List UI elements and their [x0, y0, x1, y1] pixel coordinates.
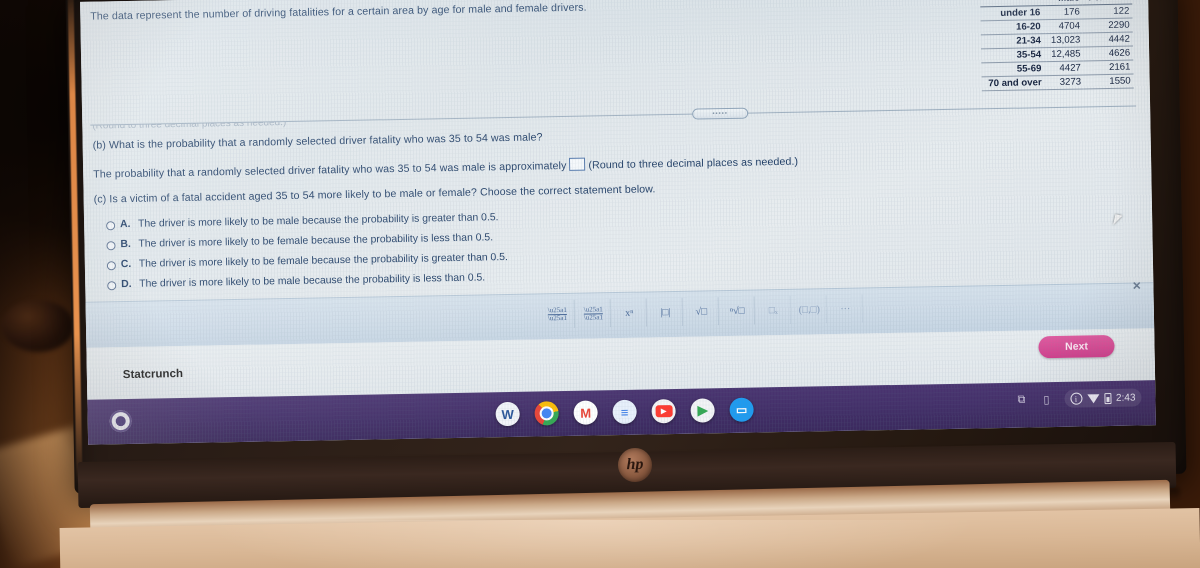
docs-app-icon[interactable]: ≡: [612, 399, 637, 425]
exponent-button[interactable]: xⁿ: [612, 298, 648, 328]
absolute-value-button[interactable]: |□|: [648, 297, 684, 327]
laptop-screen: The data represent the number of driving…: [80, 0, 1156, 445]
row-age-label: 21-34: [980, 33, 1047, 49]
horizontal-scroll-handle[interactable]: •••••: [692, 107, 749, 120]
choice-label: B.: [120, 238, 131, 251]
row-age-label: 35-54: [981, 47, 1047, 63]
clock-label: 2:43: [1115, 392, 1136, 404]
word-app-icon[interactable]: W: [495, 401, 520, 427]
interval-button[interactable]: (□,□): [792, 295, 828, 324]
system-tray: ⧉ ▯ i 2:43: [1014, 388, 1142, 408]
choice-text: The driver is more likely to be female b…: [138, 232, 494, 250]
messages-app-icon[interactable]: ▭: [729, 397, 754, 422]
choice-option-a[interactable]: A. The driver is more likely to be male …: [106, 212, 507, 230]
launcher-button[interactable]: [109, 409, 132, 433]
math-courseware-page: The data represent the number of driving…: [80, 0, 1156, 400]
row-female-value: 2290: [1082, 18, 1133, 33]
data-table: Male Female⧉ under 16 176 122: [980, 0, 1134, 91]
close-icon[interactable]: ✕: [1132, 279, 1141, 292]
choice-option-b[interactable]: B. The driver is more likely to be femal…: [106, 232, 507, 250]
part-c-question: (c) Is a victim of a fatal accident aged…: [93, 183, 656, 206]
radio-button-icon[interactable]: [106, 240, 116, 250]
wifi-icon: [1086, 393, 1100, 403]
table-row: 70 and over 3273 1550: [981, 74, 1134, 91]
subscript-button[interactable]: □ₓ: [756, 295, 792, 325]
row-female-value: 1550: [1083, 74, 1134, 89]
radio-button-icon[interactable]: [107, 280, 117, 290]
row-male-value: 12,485: [1046, 46, 1084, 62]
mixed-number-button[interactable]: \u25a1 \u25a1: [576, 299, 612, 328]
battery-icon: [1103, 392, 1112, 404]
row-male-value: 3273: [1046, 74, 1085, 90]
radio-button-icon[interactable]: [106, 220, 116, 230]
probability-input[interactable]: [569, 157, 586, 171]
part-b-question: (b) What is the probability that a rando…: [92, 131, 543, 152]
row-male-value: 176: [1045, 4, 1083, 20]
choice-label: A.: [120, 218, 131, 231]
clipped-text: (Round to three decimal places as needed…: [92, 120, 287, 132]
next-button[interactable]: Next: [1038, 334, 1115, 359]
choice-text: The driver is more likely to be male bec…: [139, 272, 486, 290]
row-female-value: 4626: [1083, 46, 1134, 61]
row-male-value: 4427: [1046, 60, 1084, 76]
more-symbols-button[interactable]: ···: [828, 294, 864, 324]
radio-button-icon[interactable]: [106, 260, 116, 270]
clipped-previous-line: (Round to three decimal places as needed…: [92, 120, 382, 132]
row-age-label: under 16: [980, 5, 1046, 21]
row-male-value: 4704: [1045, 18, 1084, 34]
row-female-value: 2161: [1083, 60, 1134, 75]
fraction-button[interactable]: \u25a1 \u25a1: [540, 299, 576, 329]
shelf-app-icons: W M ≡ ▶ ▭: [495, 397, 754, 427]
answer-choices: A. The driver is more likely to be male …: [106, 212, 508, 299]
row-age-label: 70 and over: [981, 75, 1047, 91]
choice-option-c[interactable]: C. The driver is more likely to be femal…: [106, 252, 508, 271]
gmail-app-icon[interactable]: M: [573, 400, 598, 425]
chrome-app-icon[interactable]: [534, 401, 559, 426]
nth-root-button[interactable]: ⁿ√□: [720, 296, 756, 326]
row-age-label: 16-20: [980, 19, 1046, 35]
part-b-answer-prefix: The probability that a randomly selected…: [93, 159, 567, 181]
choice-label: C.: [120, 258, 132, 271]
status-area-button[interactable]: i 2:43: [1063, 388, 1142, 408]
youtube-app-icon[interactable]: [651, 398, 676, 424]
part-b-hint: (Round to three decimal places as needed…: [588, 155, 799, 172]
notification-icon: i: [1069, 392, 1083, 405]
copy-table-icon[interactable]: ⧉: [1123, 0, 1129, 2]
choice-option-d[interactable]: D. The driver is more likely to be male …: [107, 272, 508, 290]
problem-prompt: The data represent the number of driving…: [90, 1, 587, 23]
table-body: under 16 176 122 16-20 4704 2290 21-34 1…: [980, 4, 1134, 91]
laptop: The data represent the number of driving…: [0, 0, 1200, 568]
fatalities-data-table: Male Female⧉ under 16 176 122: [980, 0, 1134, 91]
screenshot-icon[interactable]: ⧉: [1014, 392, 1029, 407]
row-male-value: 13,023: [1045, 32, 1084, 48]
row-female-value: 122: [1082, 4, 1133, 19]
row-age-label: 55-69: [981, 61, 1047, 77]
files-icon[interactable]: ▯: [1039, 392, 1054, 407]
math-palette-buttons: \u25a1 \u25a1 \u25a1 \u25a1 xⁿ |□| √□ ⁿ√□ …: [540, 294, 864, 329]
choice-text: The driver is more likely to be female b…: [138, 252, 508, 270]
female-header-label: Female: [1088, 0, 1121, 3]
row-female-value: 4442: [1083, 32, 1134, 47]
play-store-app-icon[interactable]: ▶: [690, 398, 715, 423]
choice-text: The driver is more likely to be male bec…: [138, 212, 499, 230]
choice-label: D.: [121, 278, 132, 291]
statcrunch-link[interactable]: Statcrunch: [123, 368, 183, 381]
palm-rest-highlight: [200, 520, 980, 568]
square-root-button[interactable]: √□: [684, 297, 720, 326]
part-b-answer-line: The probability that a randomly selected…: [93, 154, 798, 181]
